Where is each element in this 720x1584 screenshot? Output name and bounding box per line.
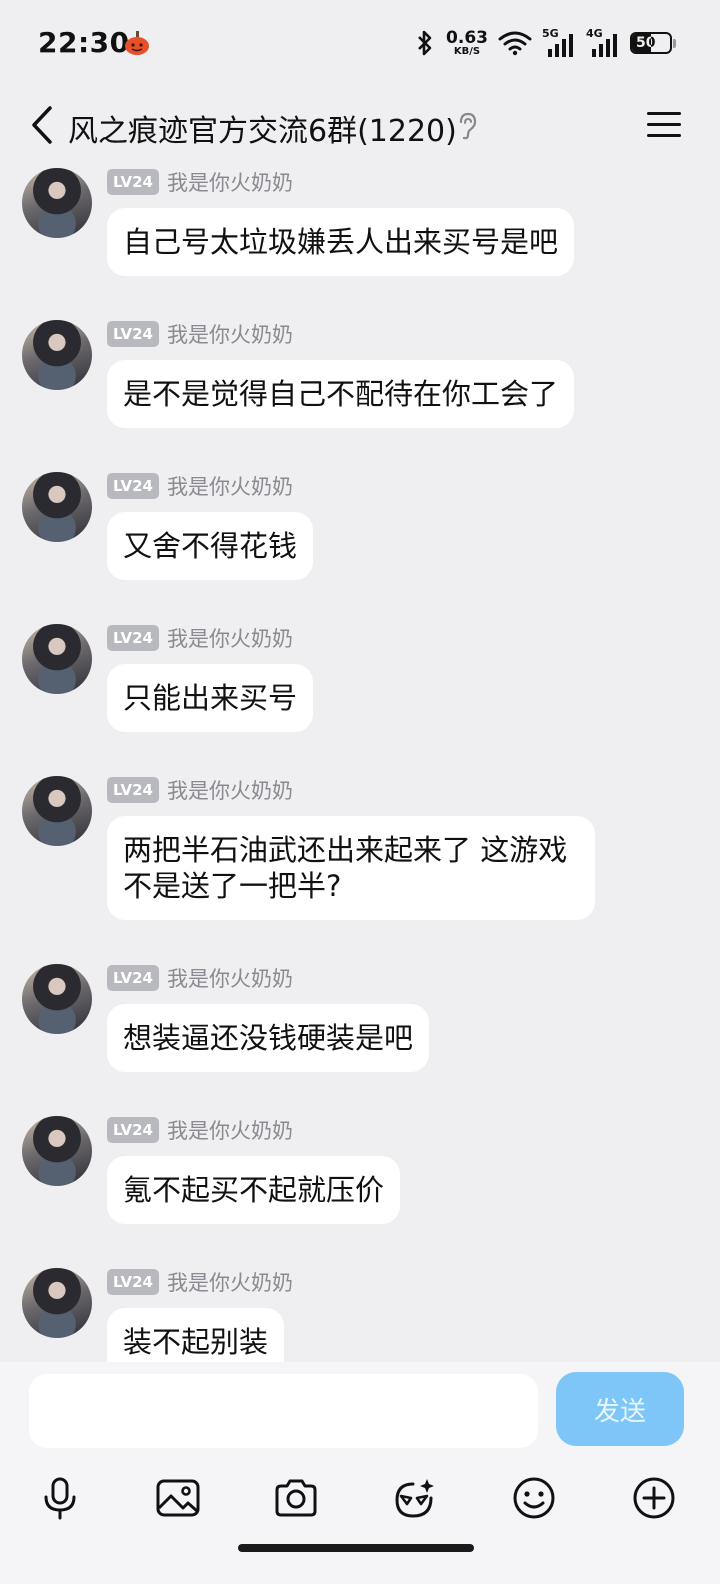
net-speed-value: 0.63 bbox=[446, 27, 488, 48]
battery-level: 50 bbox=[636, 35, 656, 51]
level-badge: LV24 bbox=[107, 625, 159, 651]
message-bubble[interactable]: 两把半石油武还出来起来了 这游戏不是送了一把半? bbox=[107, 816, 595, 920]
avatar[interactable] bbox=[22, 320, 92, 390]
plus-icon[interactable] bbox=[626, 1470, 682, 1526]
avatar[interactable] bbox=[22, 624, 92, 694]
chat-header: 风之痕迹官方交流6群(1220) bbox=[0, 88, 720, 162]
camera-icon[interactable] bbox=[268, 1470, 324, 1526]
signal-4g-icon: 4G bbox=[586, 27, 620, 57]
avatar[interactable] bbox=[22, 1116, 92, 1186]
sender-name[interactable]: 我是你火奶奶 bbox=[167, 1115, 293, 1145]
level-badge: LV24 bbox=[107, 321, 159, 347]
microphone-icon[interactable] bbox=[32, 1470, 88, 1526]
sender-name[interactable]: 我是你火奶奶 bbox=[167, 963, 293, 993]
sender-name[interactable]: 我是你火奶奶 bbox=[167, 167, 293, 197]
send-button[interactable]: 发送 bbox=[556, 1372, 684, 1446]
avatar[interactable] bbox=[22, 472, 92, 542]
wifi-icon bbox=[498, 31, 532, 56]
home-indicator[interactable] bbox=[238, 1544, 474, 1552]
net-speed-unit: KB/S bbox=[453, 45, 481, 57]
message-bubble[interactable]: 自己号太垃圾嫌丢人出来买号是吧 bbox=[107, 208, 575, 276]
message-meta: LV24 我是你火奶奶 bbox=[107, 320, 293, 348]
level-badge: LV24 bbox=[107, 1269, 159, 1295]
sender-name[interactable]: 我是你火奶奶 bbox=[167, 623, 293, 653]
level-badge: LV24 bbox=[107, 169, 159, 195]
message-meta: LV24 我是你火奶奶 bbox=[107, 1116, 293, 1144]
chevron-left-icon bbox=[32, 106, 52, 144]
bluetooth-icon bbox=[418, 30, 432, 56]
message-meta: LV24 我是你火奶奶 bbox=[107, 472, 293, 500]
level-badge: LV24 bbox=[107, 777, 159, 803]
sender-name[interactable]: 我是你火奶奶 bbox=[167, 471, 293, 501]
message-bubble[interactable]: 氪不起买不起就压价 bbox=[107, 1156, 401, 1224]
message-bubble[interactable]: 又舍不得花钱 bbox=[107, 512, 314, 580]
message-list[interactable]: LV24 我是你火奶奶 自己号太垃圾嫌丢人出来买号是吧 LV24 我是你火奶奶 … bbox=[0, 162, 720, 1374]
image-icon[interactable] bbox=[150, 1470, 206, 1526]
level-badge: LV24 bbox=[107, 965, 159, 991]
menu-icon[interactable] bbox=[644, 106, 684, 144]
sender-name[interactable]: 我是你火奶奶 bbox=[167, 1267, 293, 1297]
avatar[interactable] bbox=[22, 964, 92, 1034]
group-title[interactable]: 风之痕迹官方交流6群(1220) bbox=[68, 106, 457, 150]
level-badge: LV24 bbox=[107, 473, 159, 499]
pumpkin-icon bbox=[125, 31, 149, 55]
battery-icon: 50 bbox=[630, 32, 672, 54]
message-meta: LV24 我是你火奶奶 bbox=[107, 964, 293, 992]
sender-name[interactable]: 我是你火奶奶 bbox=[167, 319, 293, 349]
net-speed: 0.63 KB/S bbox=[446, 27, 488, 57]
input-toolbar bbox=[0, 1470, 720, 1526]
message-bubble[interactable]: 只能出来买号 bbox=[107, 664, 314, 732]
level-badge: LV24 bbox=[107, 1117, 159, 1143]
avatar[interactable] bbox=[22, 1268, 92, 1338]
avatar[interactable] bbox=[22, 776, 92, 846]
message-bubble[interactable]: 想装逼还没钱硬装是吧 bbox=[107, 1004, 430, 1072]
message-meta: LV24 我是你火奶奶 bbox=[107, 776, 293, 804]
ear-icon[interactable] bbox=[456, 112, 478, 140]
status-bar: 22:30 0.63 KB/S 5G 4G 50 bbox=[0, 0, 720, 88]
avatar[interactable] bbox=[22, 168, 92, 238]
back-button[interactable] bbox=[22, 104, 62, 146]
status-indicators: 0.63 KB/S 5G 4G 50 bbox=[414, 27, 676, 58]
message-input[interactable] bbox=[29, 1374, 538, 1448]
battery-indicator: 50 bbox=[630, 32, 676, 54]
signal-5g-icon: 5G bbox=[542, 27, 576, 57]
message-meta: LV24 我是你火奶奶 bbox=[107, 168, 293, 196]
message-meta: LV24 我是你火奶奶 bbox=[107, 624, 293, 652]
emoji-sticker-icon[interactable] bbox=[386, 1470, 442, 1526]
status-time: 22:30 bbox=[38, 26, 130, 59]
smiley-icon[interactable] bbox=[506, 1470, 562, 1526]
sender-name[interactable]: 我是你火奶奶 bbox=[167, 775, 293, 805]
message-meta: LV24 我是你火奶奶 bbox=[107, 1268, 293, 1296]
message-bubble[interactable]: 是不是觉得自己不配待在你工会了 bbox=[107, 360, 575, 428]
